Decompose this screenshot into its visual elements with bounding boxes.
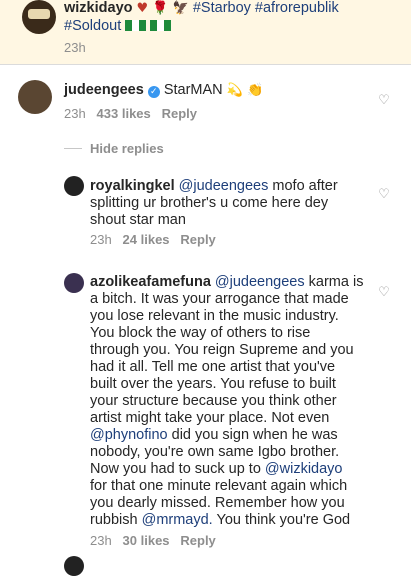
comment-time: 23h <box>64 106 86 121</box>
heart-outline-icon[interactable]: ♡ <box>377 94 391 108</box>
mention-link[interactable]: @judeengees <box>215 274 305 290</box>
heart-outline-icon[interactable]: ♡ <box>377 188 391 202</box>
reply-time: 23h <box>90 533 112 548</box>
reply-text-line: nobody, you're own same Igbo brother. <box>90 444 340 460</box>
caption-username[interactable]: wizkidayo <box>64 0 133 16</box>
caption-time: 23h <box>64 40 86 55</box>
hide-replies-line <box>64 148 82 149</box>
reply-reply-button[interactable]: Reply <box>180 533 215 548</box>
caption-hashtags-1[interactable]: #Starboy #afrorepublik <box>193 0 339 16</box>
wizkidayo-avatar[interactable] <box>22 0 56 34</box>
reply-text-line: built over the years. You refuse to buil… <box>90 376 336 392</box>
comment-likes[interactable]: 433 likes <box>97 106 151 121</box>
reply-meta: 23h 24 likes Reply <box>90 232 216 247</box>
reply-text-line: shout star man <box>90 212 186 228</box>
next-reply-avatar[interactable] <box>64 556 84 576</box>
caption-line-2: #Soldout <box>64 18 172 35</box>
reply-text-line: artist might take your place. Not even <box>90 410 330 426</box>
reply-likes[interactable]: 24 likes <box>123 232 170 247</box>
heart-outline-icon[interactable]: ♡ <box>377 286 391 300</box>
reply-text-segment: Now you had to suck up to <box>90 461 265 477</box>
comment-reply-button[interactable]: Reply <box>162 106 197 121</box>
reply-text-line: through you. You reign Supreme and you <box>90 342 354 358</box>
azolikeafamefuna-avatar[interactable] <box>64 273 84 293</box>
mention-link[interactable]: @phynofino <box>90 427 168 443</box>
mention-link[interactable]: @judeengees <box>179 178 269 194</box>
reply-text-line: @phynofino did you sign when he was <box>90 427 338 444</box>
reply-text-line: @judeengees karma is <box>215 274 364 290</box>
caption-emojis: ♥ 🌹 🦅 <box>136 1 189 16</box>
reply-text-segment: You think you're God <box>212 512 351 528</box>
reply-username[interactable]: azolikeafamefuna <box>90 274 211 290</box>
reply-time: 23h <box>90 232 112 247</box>
comment-username[interactable]: judeengees <box>64 82 144 98</box>
hide-replies-button[interactable]: Hide replies <box>90 141 164 156</box>
reply-text-line: a bitch. It was your arrogance that made <box>90 291 349 307</box>
reply-text-line: rubbish @mrmayd. You think you're God <box>90 512 350 529</box>
reply-text-line: You block the way of others to rise <box>90 325 311 341</box>
reply-reply-button[interactable]: Reply <box>180 232 215 247</box>
nigeria-flag-icon <box>125 20 147 31</box>
reply-text-segment: rubbish <box>90 512 142 528</box>
reply-royalkingkel-line-1: royalkingkel @judeengees mofo after <box>90 178 338 195</box>
caption-divider <box>0 64 411 65</box>
mention-link[interactable]: @wizkidayo <box>265 461 343 477</box>
judeengees-avatar[interactable] <box>18 80 52 114</box>
reply-text-line: Now you had to suck up to @wizkidayo <box>90 461 342 478</box>
reply-text-line: you lose relevant in the music industry. <box>90 308 339 324</box>
caption-line-1: wizkidayo ♥ 🌹 🦅 #Starboy #afrorepublik <box>64 0 339 17</box>
reply-text-line: had it all. Tell me one artist that you'… <box>90 359 336 375</box>
verified-badge-icon: ✓ <box>147 86 160 98</box>
reply-text-line: @judeengees mofo after <box>179 178 338 194</box>
reply-text-line: your structure because you think other <box>90 393 337 409</box>
reply-text-segment: mofo after <box>268 178 338 194</box>
reply-text-segment: karma is <box>304 274 364 290</box>
comment-emojis: 💫 👏 <box>226 83 264 98</box>
caption-hashtags-2[interactable]: #Soldout <box>64 18 121 34</box>
mention-link[interactable]: @mrmayd. <box>142 512 213 528</box>
reply-text-line: you dearly missed. Remember how you <box>90 495 345 511</box>
comment-meta: 23h 433 likes Reply <box>64 106 197 121</box>
comment-judeengees: judeengees ✓ StarMAN 💫 👏 <box>64 82 263 99</box>
reply-meta: 23h 30 likes Reply <box>90 533 216 548</box>
comment-text: StarMAN <box>163 82 223 98</box>
reply-text-line: for that one minute relevant again which <box>90 478 348 494</box>
reply-likes[interactable]: 30 likes <box>123 533 170 548</box>
reply-username[interactable]: royalkingkel <box>90 178 175 194</box>
reply-text-line: splitting ur brother's u come here dey <box>90 195 329 211</box>
reply-text-segment: did you sign when he was <box>167 427 338 443</box>
reply-azolikeafamefuna-line-1: azolikeafamefuna @judeengees karma is <box>90 274 363 291</box>
royalkingkel-avatar[interactable] <box>64 176 84 196</box>
nigeria-flag-icon-2 <box>150 20 172 31</box>
